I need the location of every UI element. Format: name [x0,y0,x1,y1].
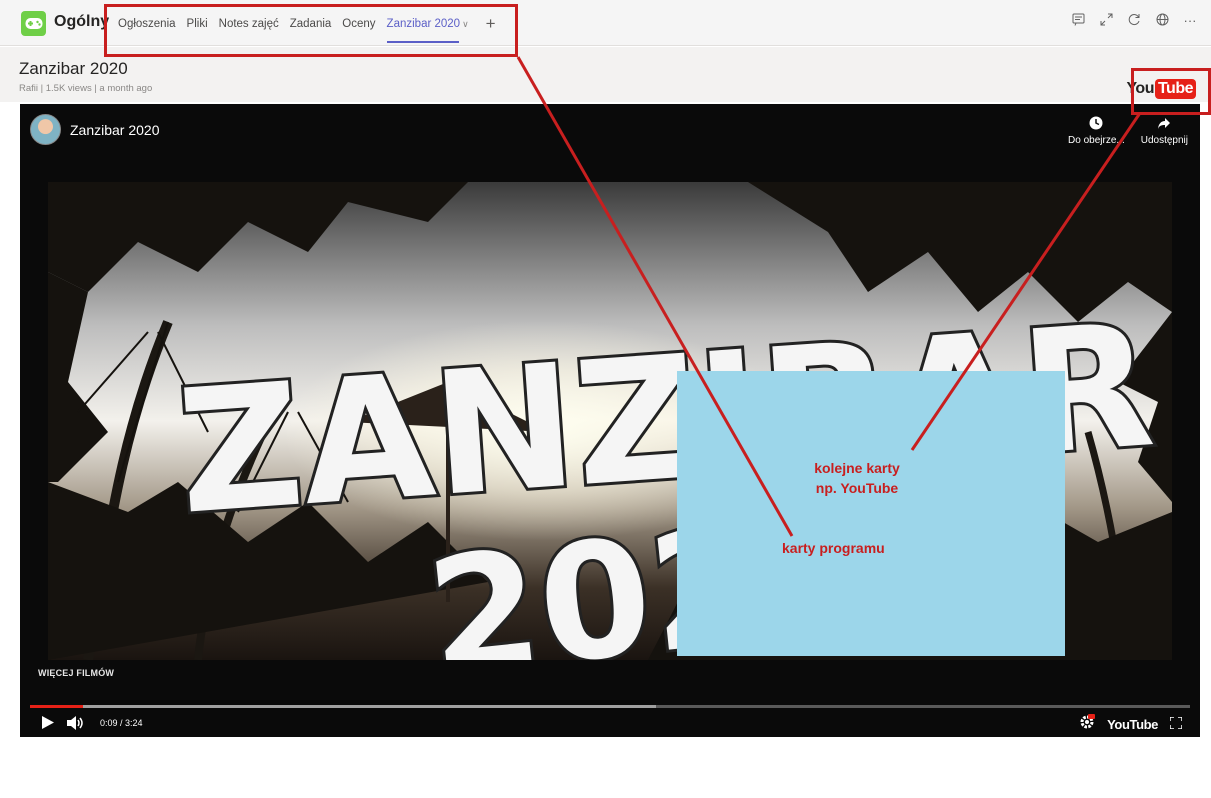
plus-icon[interactable]: + [486,15,496,32]
avatar[interactable] [30,114,61,145]
annotation-program-tabs: karty programu [782,540,885,556]
video-actions: Do obejrze... Udostępnij [1068,116,1188,146]
volume-icon[interactable] [67,716,85,735]
video-meta: Rafii | 1.5K views | a month ago [19,83,153,94]
watch-later-label: Do obejrze... [1068,135,1125,146]
app-topbar: Ogólny Ogłoszenia Pliki Notes zajęć Zada… [0,0,1211,46]
watch-later-button[interactable]: Do obejrze... [1068,116,1125,146]
page-title: Zanzibar 2020 [19,59,128,78]
youtube-logo-tube: Tube [1154,79,1196,99]
more-icon[interactable]: ··· [1183,13,1197,29]
progress-played [30,705,84,708]
annotation-overlay-box [677,371,1065,656]
clock-icon [1089,116,1103,130]
share-arrow-icon [1158,118,1171,129]
globe-icon[interactable] [1155,13,1169,29]
expand-icon[interactable] [1099,13,1113,29]
top-right-actions: ··· [1071,13,1197,29]
share-button[interactable]: Udostępnij [1141,116,1188,146]
gamepad-icon [21,11,46,36]
annotation-next-tabs-line2: np. YouTube [815,480,899,496]
video-info: Zanzibar 2020 [30,114,160,145]
youtube-logo[interactable]: You Tube [1126,79,1196,99]
tab-class-notebook[interactable]: Notes zajęć [219,18,279,30]
progress-buffered [30,705,657,708]
settings-icon[interactable] [1079,714,1096,735]
tab-files[interactable]: Pliki [187,18,208,30]
channel-name: Ogólny [54,13,110,30]
player-controls: 0:09 / 3:24 YouTube [20,709,1200,737]
controls-right: YouTube [1079,714,1183,735]
progress-bar[interactable] [30,705,1190,708]
chevron-down-icon[interactable]: ∨ [462,19,469,29]
more-videos-label[interactable]: WIĘCEJ FILMÓW [38,668,114,678]
video-title[interactable]: Zanzibar 2020 [70,122,160,138]
fullscreen-icon[interactable] [1169,715,1183,734]
conversation-icon[interactable] [1071,13,1085,29]
tab-assignments[interactable]: Zadania [290,18,332,30]
youtube-watermark[interactable]: YouTube [1107,717,1158,732]
refresh-icon[interactable] [1127,13,1141,29]
tab-zanzibar-2020[interactable]: Zanzibar 2020 ∨ [386,18,469,43]
youtube-logo-you: You [1126,80,1154,97]
time-display: 0:09 / 3:24 [100,718,143,728]
share-label: Udostępnij [1140,135,1188,146]
tab-announcements[interactable]: Ogłoszenia [118,18,176,30]
tab-grades[interactable]: Oceny [342,18,375,30]
tab-zanzibar-label: Zanzibar 2020 [386,18,461,30]
annotation-next-tabs-line1: kolejne karty [814,460,900,476]
tab-bar: Ogłoszenia Pliki Notes zajęć Zadania Oce… [118,15,496,43]
tab-content-header: Zanzibar 2020 Rafii | 1.5K views | a mon… [0,47,1211,102]
annotation-next-tabs: kolejne karty np. YouTube [777,458,937,498]
play-icon[interactable] [42,716,54,734]
